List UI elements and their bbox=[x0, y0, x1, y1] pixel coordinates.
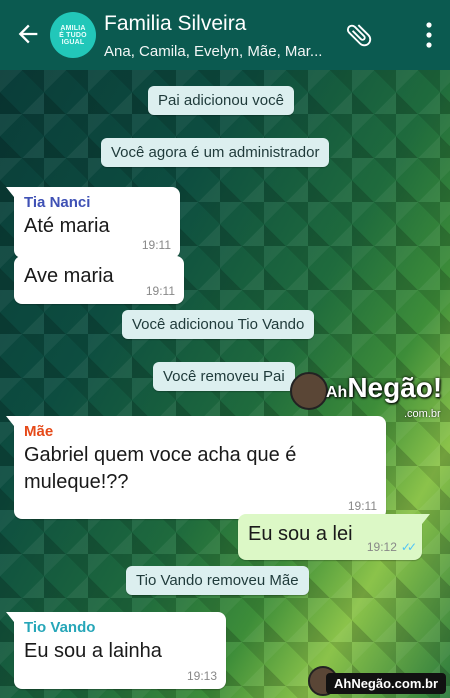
paperclip-icon[interactable] bbox=[344, 20, 374, 50]
message-text: Gabriel quem voce acha que é muleque!?? bbox=[24, 444, 297, 493]
avatar-text-line1: AMILIA bbox=[60, 24, 86, 32]
message-time: 19:11 bbox=[141, 238, 171, 252]
watermark-prefix: Ah bbox=[326, 384, 348, 401]
watermark-brand: AhNegão! bbox=[292, 372, 442, 404]
double-check-icon: ✓✓ bbox=[400, 540, 417, 554]
watermark-footer: AhNegão.com.br bbox=[325, 673, 446, 694]
chat-header: AMILIA É TUDO IGUAL Familia Silveira Ana… bbox=[0, 0, 450, 70]
sender-name: Mãe bbox=[24, 423, 54, 440]
more-vertical-icon[interactable] bbox=[424, 20, 434, 50]
avatar-text-line2: É TUDO bbox=[59, 31, 87, 39]
message-text: Eu sou a lainha bbox=[24, 640, 162, 662]
group-members[interactable]: Ana, Camila, Evelyn, Mãe, Mar... bbox=[104, 43, 322, 60]
group-avatar[interactable]: AMILIA É TUDO IGUAL bbox=[50, 12, 96, 58]
message-bubble[interactable]: Tio Vando Eu sou a lainha 19:13 bbox=[6, 612, 226, 689]
message-bubble[interactable]: Ave maria 19:11 bbox=[14, 256, 184, 304]
message-text: Até maria bbox=[24, 215, 110, 237]
message-time: 19:11 bbox=[145, 284, 175, 298]
chat-area[interactable]: Pai adicionou você Você agora é um admin… bbox=[0, 70, 450, 698]
message-bubble[interactable]: Tia Nanci Até maria 19:11 bbox=[6, 187, 180, 258]
group-title[interactable]: Familia Silveira bbox=[104, 12, 246, 36]
system-message: Você agora é um administrador bbox=[101, 138, 330, 167]
message-time: 19:13 bbox=[186, 669, 217, 683]
system-message: Você adicionou Tio Vando bbox=[122, 310, 315, 339]
system-message: Você removeu Pai bbox=[153, 362, 295, 391]
outgoing-message-bubble[interactable]: Eu sou a lei 19:12 ✓✓ bbox=[238, 514, 430, 560]
message-bubble[interactable]: Mãe Gabriel quem voce acha que é muleque… bbox=[6, 416, 386, 519]
watermark-sub: .com.br bbox=[404, 408, 441, 420]
message-time-text: 19:12 bbox=[366, 540, 397, 554]
watermark-main: Negão! bbox=[347, 372, 443, 403]
message-time: 19:12 ✓✓ bbox=[366, 540, 417, 554]
avatar-text-line3: IGUAL bbox=[61, 38, 85, 46]
back-arrow-icon[interactable] bbox=[14, 20, 42, 48]
system-message: Pai adicionou você bbox=[148, 86, 294, 115]
system-message: Tio Vando removeu Mãe bbox=[126, 566, 309, 595]
sender-name: Tia Nanci bbox=[24, 194, 91, 211]
message-time: 19:11 bbox=[347, 499, 377, 513]
sender-name: Tio Vando bbox=[24, 619, 96, 636]
